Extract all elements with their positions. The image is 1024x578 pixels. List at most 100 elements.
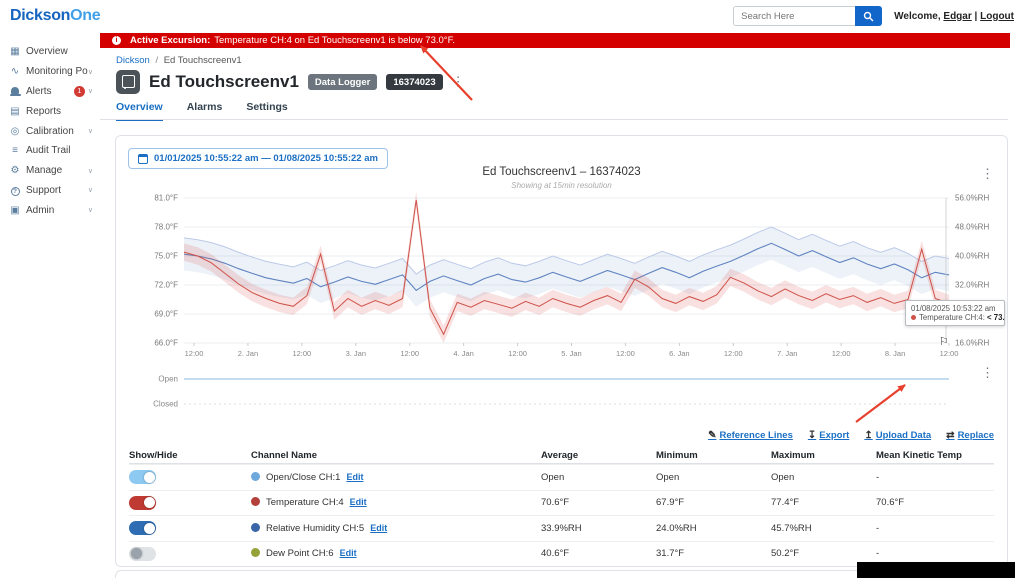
upload-data-link[interactable]: ↥ Upload Data [864,430,931,441]
user-link[interactable]: Edgar [943,11,971,22]
tooltip-value: < 73.0°F [987,313,1005,322]
tabs-divider [100,119,1008,120]
average-value: 33.9%RH [541,523,656,534]
active-excursion-banner[interactable]: Active Excursion: Temperature CH:4 on Ed… [100,33,1010,48]
show-hide-toggle[interactable] [129,470,156,484]
tab-bar: Overview Alarms Settings [116,101,288,121]
alerts-count-badge: 1 [74,86,85,97]
sidebar-item-alerts[interactable]: Alerts1 [0,82,100,102]
page-title: Ed Touchscreenv1 [149,72,299,92]
divider-text: | [975,11,978,22]
reference-lines-link[interactable]: ✎Reference Lines [708,430,793,441]
channel-name: Temperature CH:4 [266,497,344,508]
top-header: DicksonOne Welcome, Edgar | Logout [0,0,1024,32]
y-axis-left-label: 66.0°F [154,339,178,348]
search-bar [733,6,882,26]
dicksonone-logo[interactable]: DicksonOne [10,7,100,25]
show-hide-toggle[interactable] [129,521,156,535]
sidebar-item-manage[interactable]: ⚙Manage [0,161,100,181]
minimum-value: 24.0%RH [656,523,771,534]
waveform-icon: ∿ [8,66,22,77]
admin-icon: ▣ [8,205,22,216]
channel-color-dot [251,548,260,557]
sidebar-item-label: Calibration [26,126,88,137]
replace-icon: ⇄ [946,430,954,441]
maximum-value: 50.2°F [771,548,876,559]
chart-menu-button[interactable] [981,169,994,179]
y-axis-left-label: 72.0°F [154,281,178,290]
tab-overview[interactable]: Overview [116,101,163,121]
sidebar-item-label: Reports [26,106,93,117]
maximum-value: Open [771,472,876,483]
sidebar-item-support[interactable]: ?Support [0,181,100,201]
sidebar-item-label: Alerts [26,86,74,97]
x-axis-label: 12:00 [940,349,959,358]
sidebar-item-monitoring-points[interactable]: ∿ Monitoring Points [0,62,100,82]
info-icon [112,36,121,45]
chart-card: 01/01/2025 10:55:22 am — 01/08/2025 10:5… [115,135,1008,567]
grid-icon: ▦ [8,46,22,57]
toggle-knob [144,523,155,534]
sidebar-item-label: Admin [26,205,88,216]
tab-alarms[interactable]: Alarms [187,101,223,121]
edit-channel-link[interactable]: Edit [350,497,367,507]
user-menu: Welcome, Edgar | Logout [894,11,1014,22]
toggle-knob [144,472,155,483]
x-axis-label: 12:00 [185,349,204,358]
sidebar-item-admin[interactable]: ▣ Admin [0,200,100,220]
channels-table: Show/HideChannel NameAverageMinimumMaxim… [129,447,994,566]
x-axis-label: 12:00 [832,349,851,358]
y-axis-right-label: 56.0%RH [955,194,989,203]
action-label: Export [819,430,849,441]
sidebar-item-label: Manage [26,165,88,176]
sidebar-item-label: Monitoring Points [26,66,88,77]
show-hide-toggle[interactable] [129,547,156,561]
minimum-value: 67.9°F [656,497,771,508]
x-axis-label: 12:00 [508,349,527,358]
sidebar-item-reports[interactable]: ▤Reports [0,101,100,121]
search-button[interactable] [855,6,882,26]
logout-link[interactable]: Logout [980,11,1014,22]
sidebar-item-audit-trail[interactable]: ≡Audit Trail [0,141,100,161]
table-row: Relative Humidity CH:5Edit33.9%RH24.0%RH… [129,515,994,541]
column-header: Maximum [771,450,876,461]
breadcrumb-root-link[interactable]: Dickson [116,55,150,66]
show-hide-toggle[interactable] [129,496,156,510]
search-icon [863,11,874,22]
tooltip-time: 01/08/2025 10:53:22 am [911,304,999,313]
sidebar-item-overview[interactable]: ▦Overview [0,42,100,62]
logo-text-primary: Dickson [10,7,70,24]
breadcrumb-current: Ed Touchscreenv1 [164,55,242,66]
replace-link[interactable]: ⇄Replace [946,430,994,441]
channel-color-dot [251,472,260,481]
chevron-down-icon [88,206,93,214]
search-input[interactable] [733,6,855,26]
column-header: Minimum [656,450,771,461]
tab-settings[interactable]: Settings [246,101,287,121]
minimum-value: Open [656,472,771,483]
edit-channel-link[interactable]: Edit [370,523,387,533]
average-value: 40.6°F [541,548,656,559]
chevron-down-icon [88,87,93,95]
x-axis-label: 3. Jan [346,349,366,358]
x-axis-label: 5. Jan [561,349,581,358]
mean-kinetic-temp-value: - [876,523,994,534]
y-axis-left-label: 81.0°F [154,194,178,203]
y-axis-right-label: 32.0%RH [955,281,989,290]
upload-icon: ↥ [864,430,872,441]
chart[interactable]: 81.0°F56.0%RH78.0°F48.0%RH75.0°F40.0%RH7… [116,188,1007,424]
device-menu-button[interactable] [452,77,465,87]
export-link[interactable]: ↧Export [808,430,849,441]
column-header: Show/Hide [129,450,251,461]
y-axis-right-label: 40.0%RH [955,252,989,261]
table-row: Temperature CH:4Edit70.6°F67.9°F77.4°F70… [129,490,994,516]
openclose-menu-button[interactable] [981,368,994,378]
x-axis-label: 4. Jan [453,349,473,358]
action-label: Upload Data [876,430,931,441]
x-axis-label: 12:00 [400,349,419,358]
edit-channel-link[interactable]: Edit [340,548,357,558]
sidebar-item-calibration[interactable]: ◎Calibration [0,121,100,141]
edit-channel-link[interactable]: Edit [346,472,363,482]
toggle-knob [131,548,142,559]
black-overlay [857,562,1015,578]
